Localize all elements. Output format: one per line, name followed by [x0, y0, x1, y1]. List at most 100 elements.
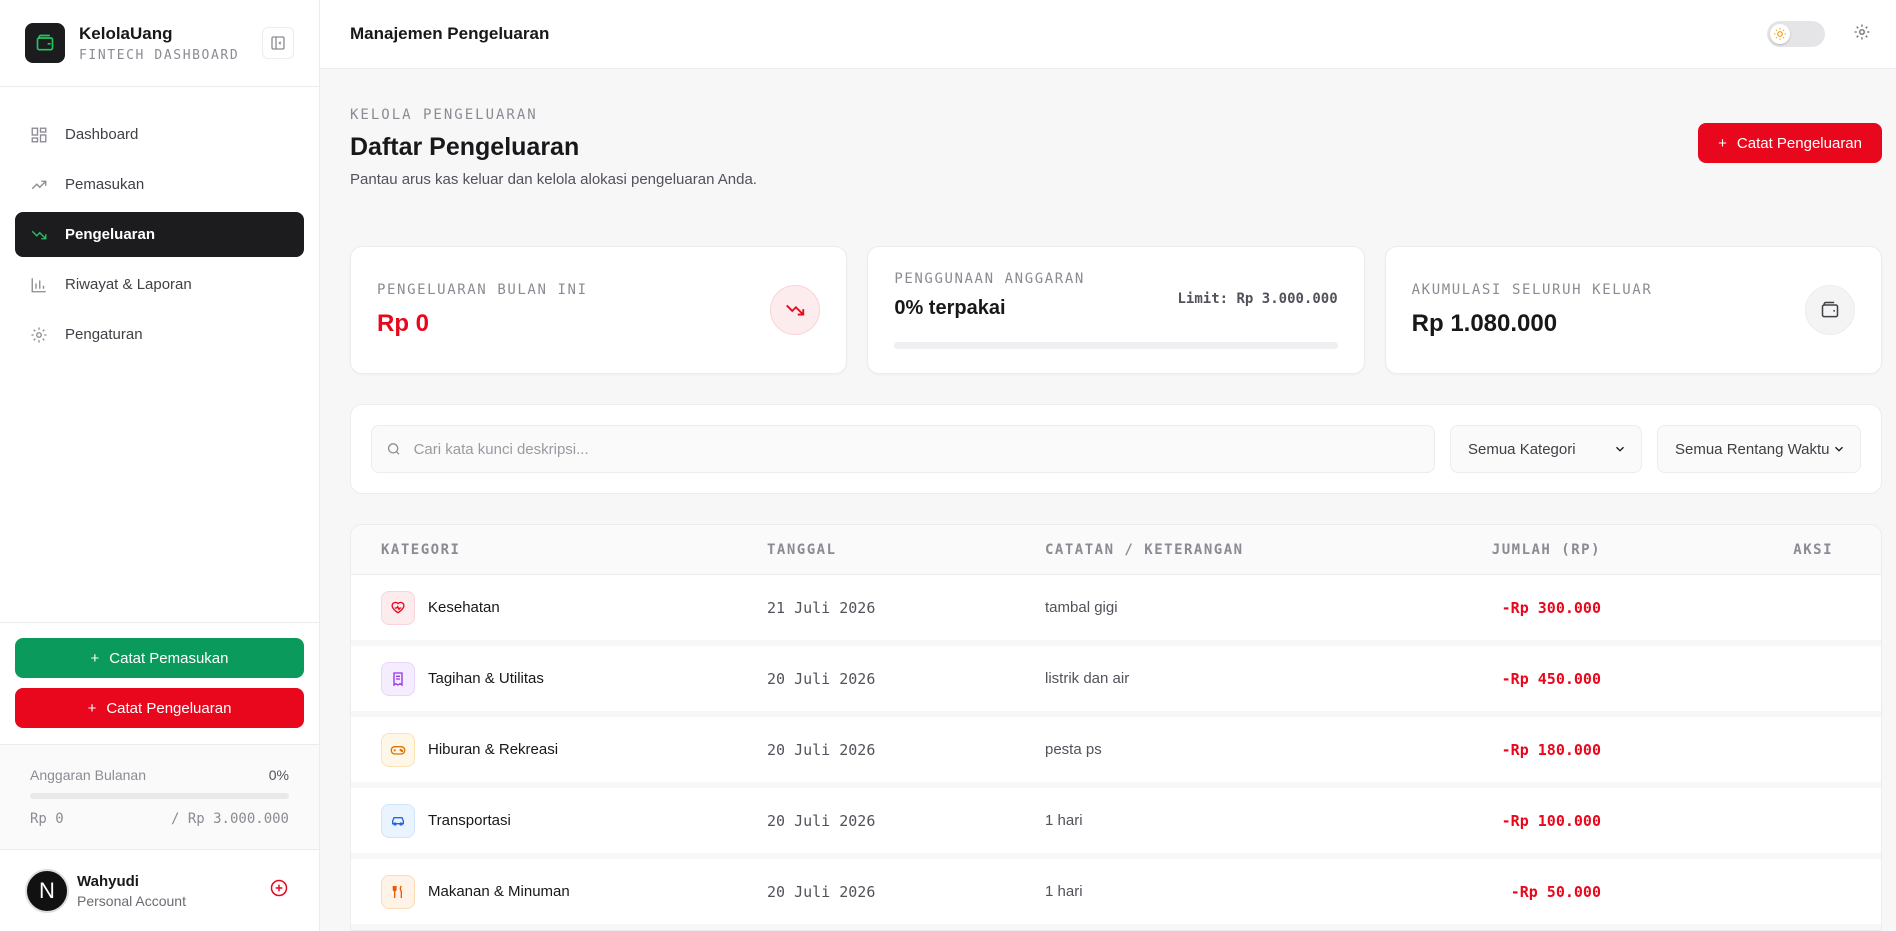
sidebar-item-riwayat[interactable]: Riwayat & Laporan — [15, 262, 304, 307]
plus-icon: + — [87, 699, 97, 717]
sidebar-item-pemasukan[interactable]: Pemasukan — [15, 162, 304, 207]
search-icon — [387, 443, 400, 455]
card-label: PENGELUARAN BULAN INI — [377, 282, 588, 298]
card-value: Rp 1.080.000 — [1411, 310, 1558, 337]
row-note: pesta ps — [1045, 741, 1102, 758]
budget-usage-card: PENGGUNAAN ANGGARAN 0% terpakai Limit: R… — [867, 246, 1365, 374]
table-row[interactable]: Kesehatan 21 Juli 2026 tambal gigi -Rp 3… — [351, 575, 1881, 646]
expense-table: KATEGORI TANGGAL CATATAN / KETERANGAN JU… — [350, 524, 1882, 931]
summary-cards: PENGELUARAN BULAN INI Rp 0 PENGGUNAAN AN… — [350, 246, 1882, 374]
utensils-icon — [381, 874, 415, 909]
row-date: 21 Juli 2026 — [767, 598, 876, 617]
app: KelolaUang FINTECH DASHBOARD Dashboard P… — [0, 0, 1896, 931]
trending-up-icon — [29, 175, 49, 195]
row-amount: -Rp 50.000 — [1510, 882, 1601, 901]
row-amount: -Rp 100.000 — [1501, 811, 1601, 830]
card-label: AKUMULASI SELURUH KELUAR — [1411, 282, 1653, 298]
row-date: 20 Juli 2026 — [767, 740, 876, 759]
car-icon — [381, 803, 415, 838]
card-value: 0% terpakai — [894, 297, 1006, 319]
budget-label: Anggaran Bulanan — [30, 767, 146, 783]
row-category: Hiburan & Rekreasi — [428, 741, 559, 758]
row-date: 20 Juli 2026 — [767, 882, 876, 901]
date-range-select-value: Semua Rentang Waktu — [1675, 440, 1830, 458]
topbar: Manajemen Pengeluaran — [320, 0, 1896, 69]
user-role: Personal Account — [77, 892, 186, 909]
brand-name: KelolaUang — [79, 23, 173, 43]
monthly-expense-card: PENGELUARAN BULAN INI Rp 0 — [350, 246, 848, 374]
row-amount: -Rp 300.000 — [1501, 598, 1601, 617]
category-select[interactable]: Semua Kategori — [1450, 425, 1642, 473]
add-income-button[interactable]: + Catat Pemasukan — [15, 638, 304, 678]
brand-subtitle: FINTECH DASHBOARD — [79, 47, 240, 63]
page-subtitle: Pantau arus kas keluar dan kelola alokas… — [350, 171, 757, 188]
monthly-budget: Anggaran Bulanan 0% Rp 0 / Rp 3.000.000 — [0, 744, 319, 849]
brand: KelolaUang FINTECH DASHBOARD — [0, 0, 319, 87]
total-expense-card: AKUMULASI SELURUH KELUAR Rp 1.080.000 — [1384, 246, 1882, 374]
grid-icon — [29, 125, 49, 145]
sidebar-nav: Dashboard Pemasukan Pengeluaran Riwayat … — [0, 87, 319, 622]
table-row[interactable]: Hiburan & Rekreasi 20 Juli 2026 pesta ps… — [351, 717, 1881, 788]
bar-chart-icon — [29, 275, 49, 295]
add-income-label: Catat Pemasukan — [109, 649, 229, 667]
add-expense-sidebar-button[interactable]: + Catat Pengeluaran — [15, 688, 304, 728]
budget-usage-bar — [894, 342, 1338, 349]
collapse-sidebar-button[interactable] — [262, 27, 294, 59]
gear-icon — [29, 325, 49, 345]
filter-bar: Semua Kategori Semua Rentang Waktu — [350, 404, 1882, 494]
date-range-select[interactable]: Semua Rentang Waktu — [1657, 425, 1861, 473]
row-note: 1 hari — [1045, 812, 1083, 829]
sidebar-item-label: Riwayat & Laporan — [65, 276, 192, 293]
sidebar: KelolaUang FINTECH DASHBOARD Dashboard P… — [0, 0, 320, 931]
budget-limit: / Rp 3.000.000 — [170, 811, 289, 827]
sidebar-item-pengeluaran[interactable]: Pengeluaran — [15, 212, 304, 257]
header-note: CATATAN / KETERANGAN — [1045, 541, 1244, 558]
row-date: 20 Juli 2026 — [767, 669, 876, 688]
card-label: PENGGUNAAN ANGGARAN — [894, 271, 1085, 287]
row-note: 1 hari — [1045, 883, 1083, 900]
avatar: N — [25, 868, 69, 913]
budget-used: Rp 0 — [30, 811, 64, 827]
settings-gear-icon[interactable] — [1853, 23, 1871, 46]
row-note: tambal gigi — [1045, 599, 1118, 616]
header-amount: JUMLAH (RP) — [1491, 541, 1601, 558]
sidebar-item-label: Pengaturan — [65, 326, 143, 343]
gamepad-icon — [381, 732, 415, 767]
table-row[interactable]: Tagihan & Utilitas 20 Juli 2026 listrik … — [351, 646, 1881, 717]
main: Manajemen Pengeluaran KELOLA PENGELUARAN… — [320, 0, 1896, 931]
page-title: Daftar Pengeluaran — [350, 133, 580, 161]
row-note: listrik dan air — [1045, 670, 1130, 687]
row-category: Transportasi — [428, 812, 511, 829]
wallet-icon — [1804, 285, 1855, 335]
search-box[interactable] — [371, 425, 1435, 473]
page-eyebrow: KELOLA PENGELUARAN — [350, 107, 538, 123]
sidebar-item-label: Pengeluaran — [65, 226, 156, 243]
table-header: KATEGORI TANGGAL CATATAN / KETERANGAN JU… — [351, 525, 1881, 575]
sidebar-item-pengaturan[interactable]: Pengaturan — [15, 312, 304, 357]
sidebar-item-dashboard[interactable]: Dashboard — [15, 112, 304, 157]
row-date: 20 Juli 2026 — [767, 811, 876, 830]
user-name: Wahyudi — [77, 872, 139, 890]
trending-down-icon — [29, 225, 49, 245]
header-date: TANGGAL — [767, 541, 837, 558]
sun-icon — [1774, 28, 1786, 40]
plus-icon: + — [90, 649, 100, 667]
add-circle-icon[interactable] — [269, 878, 289, 903]
theme-toggle[interactable] — [1767, 21, 1825, 47]
table-row[interactable]: Transportasi 20 Juli 2026 1 hari -Rp 100… — [351, 788, 1881, 859]
table-row[interactable]: Makanan & Minuman 20 Juli 2026 1 hari -R… — [351, 859, 1881, 930]
add-expense-button-label: Catat Pengeluaran — [1736, 134, 1862, 152]
sidebar-actions: + Catat Pemasukan + Catat Pengeluaran — [0, 622, 319, 744]
budget-percent: 0% — [268, 767, 289, 783]
chevron-down-icon — [1616, 446, 1624, 452]
budget-limit-text: Limit: Rp 3.000.000 — [1177, 291, 1338, 307]
add-expense-button[interactable]: + Catat Pengeluaran — [1698, 123, 1882, 163]
heart-pulse-icon — [381, 590, 415, 625]
chevron-down-icon — [1835, 446, 1843, 452]
header-action: AKSI — [1793, 541, 1833, 558]
user-profile[interactable]: N Wahyudi Personal Account — [0, 849, 319, 931]
sidebar-item-label: Dashboard — [65, 126, 139, 143]
search-input[interactable] — [413, 440, 1420, 458]
row-category: Kesehatan — [428, 599, 500, 616]
card-value: Rp 0 — [377, 310, 430, 337]
